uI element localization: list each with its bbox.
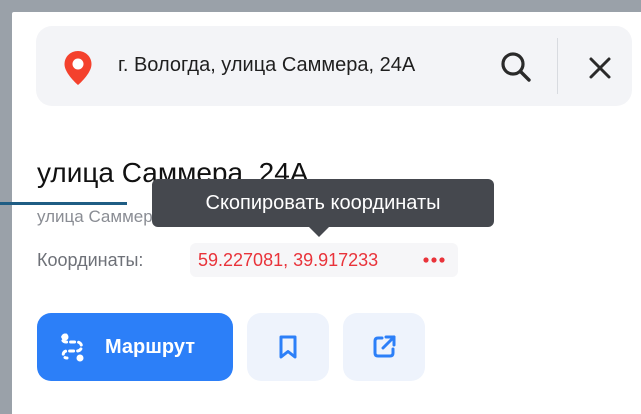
route-icon (60, 333, 84, 362)
close-icon[interactable] (586, 54, 614, 82)
copy-coordinates-tooltip: Скопировать координаты (152, 179, 494, 227)
coordinates-label: Координаты: (37, 250, 144, 270)
route-button[interactable]: Маршрут (37, 313, 233, 381)
tooltip-arrow (309, 227, 329, 237)
coordinates-chip[interactable]: 59.227081, 39.917233 (190, 243, 458, 277)
search-divider (557, 38, 558, 94)
search-icon[interactable] (499, 50, 533, 84)
share-icon (373, 335, 396, 358)
more-dots-icon[interactable] (422, 253, 446, 267)
bookmark-icon (279, 335, 297, 359)
route-button-label: Маршрут (105, 336, 196, 358)
search-input[interactable]: г. Вологда, улица Саммера, 24А (118, 54, 415, 77)
tooltip-text: Скопировать координаты (205, 191, 441, 214)
coordinates-value[interactable]: 59.227081, 39.917233 (198, 250, 378, 271)
cursor-drag-line (0, 202, 127, 205)
bookmark-button[interactable] (247, 313, 329, 381)
pin-icon (64, 51, 92, 85)
share-button[interactable] (343, 313, 425, 381)
